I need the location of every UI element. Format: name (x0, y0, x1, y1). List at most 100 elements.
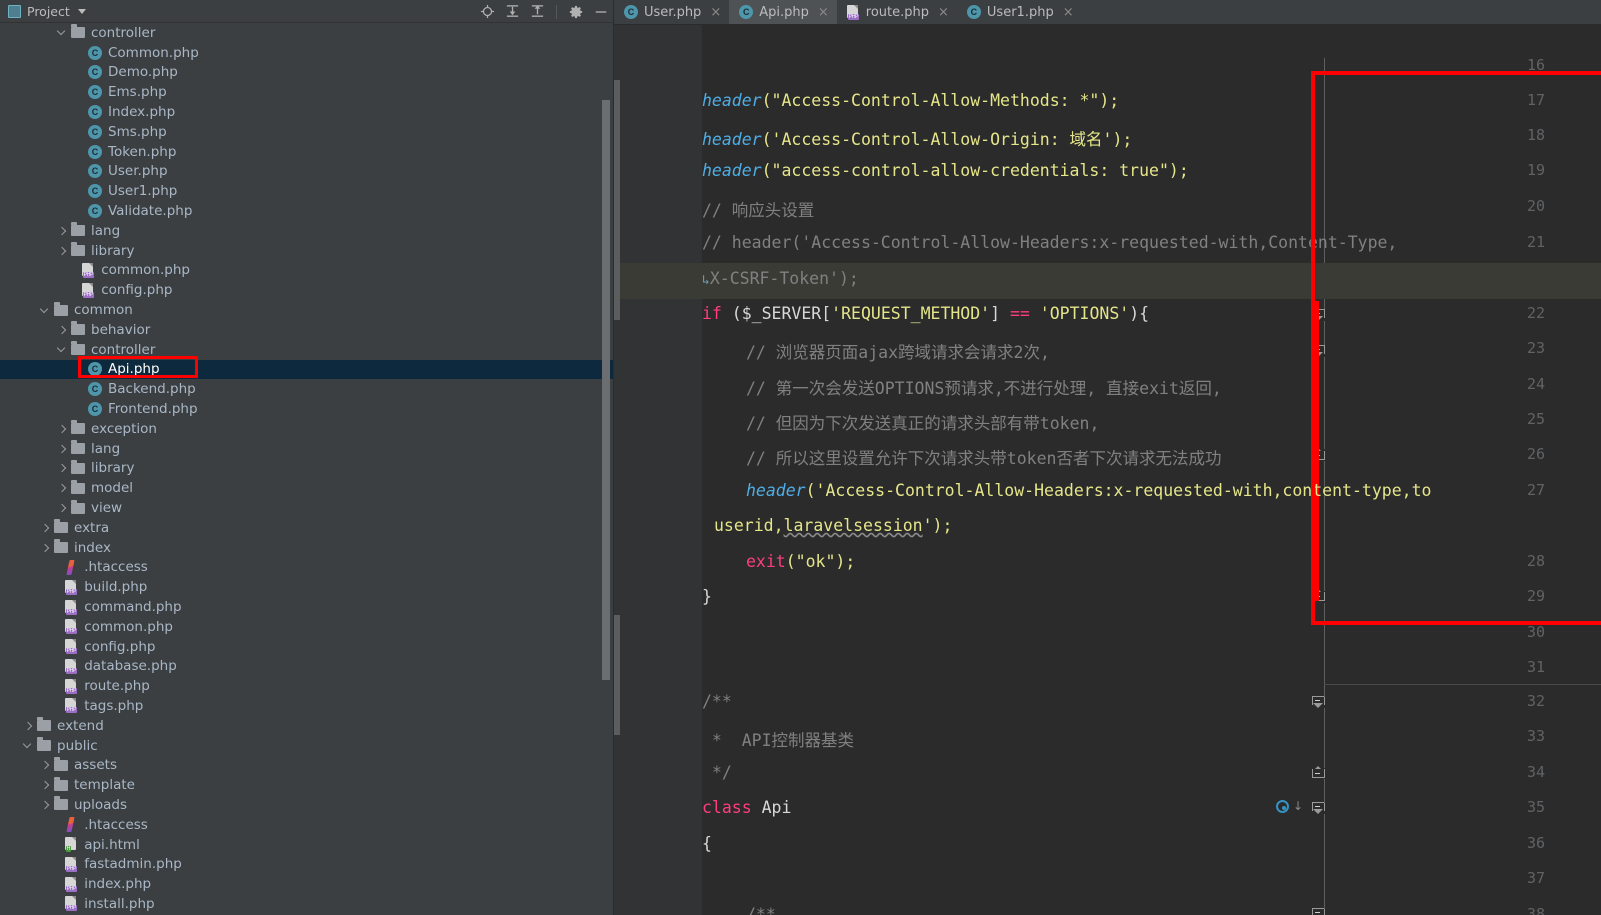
tree-item[interactable]: .htaccess (0, 815, 614, 835)
editor-tab-user1-php[interactable]: C User1.php × (957, 0, 1082, 24)
editor-tab-api-php[interactable]: C Api.php × (729, 0, 837, 24)
tree-item[interactable]: PHP tags.php (0, 696, 614, 716)
editor-scrollbar-thumb-upper[interactable] (614, 80, 620, 320)
tree-item[interactable]: library (0, 459, 614, 479)
tree-item[interactable]: controller (0, 340, 614, 360)
close-icon[interactable]: × (710, 6, 721, 19)
chevron-right-icon[interactable] (57, 324, 68, 335)
locate-icon[interactable] (478, 2, 497, 21)
editor-scrollbar-thumb-lower[interactable] (614, 615, 620, 735)
tree-item[interactable]: PHP command.php (0, 597, 614, 617)
close-icon[interactable]: × (938, 6, 949, 19)
editor-tab-user-php[interactable]: C User.php × (614, 0, 729, 24)
chevron-right-icon[interactable] (57, 225, 68, 236)
close-icon[interactable]: × (1063, 6, 1074, 19)
project-panel-title-group[interactable]: Project (0, 4, 86, 19)
php-file-icon: PHP (846, 4, 860, 20)
tree-item[interactable]: PHP config.php (0, 280, 614, 300)
tree-item[interactable]: library (0, 241, 614, 261)
editor-tab-route-php[interactable]: PHP route.php × (837, 0, 957, 24)
tree-item[interactable]: C User.php (0, 162, 614, 182)
tree-item[interactable]: PHP install.php (0, 894, 614, 914)
chevron-down-icon[interactable] (77, 8, 86, 14)
tree-item[interactable]: PHP build.php (0, 577, 614, 597)
tree-item[interactable]: C Sms.php (0, 122, 614, 142)
chevron-right-icon[interactable] (57, 483, 68, 494)
tree-item[interactable]: PHP config.php (0, 637, 614, 657)
php-file-icon: PHP (80, 282, 96, 298)
tree-item[interactable]: PHP index.php (0, 874, 614, 894)
chevron-right-icon[interactable] (40, 522, 51, 533)
code-text[interactable]: header("Access-Control-Allow-Methods: *"… (702, 25, 1601, 915)
tree-item[interactable]: C Index.php (0, 102, 614, 122)
tree-item[interactable]: uploads (0, 795, 614, 815)
chevron-down-icon[interactable] (40, 305, 51, 316)
tree-item[interactable]: C Token.php (0, 142, 614, 162)
htaccess-file-icon (63, 559, 79, 575)
chevron-down-icon[interactable] (57, 344, 68, 355)
chevron-right-icon[interactable] (23, 720, 34, 731)
gear-icon[interactable] (566, 2, 585, 21)
tree-item[interactable]: C Ems.php (0, 82, 614, 102)
tree-item[interactable]: exception (0, 419, 614, 439)
chevron-down-icon[interactable] (23, 740, 34, 751)
code-token-class: class (702, 798, 752, 817)
minimize-icon[interactable] (591, 2, 610, 21)
tree-item[interactable]: C Common.php (0, 43, 614, 63)
tree-item[interactable]: template (0, 775, 614, 795)
project-tree[interactable]: controller C Common.php C Demo.php C Ems.php C I… (0, 23, 614, 915)
chevron-right-icon[interactable] (57, 423, 68, 434)
editor-tab-bar[interactable]: C User.php × C Api.php × PHP route.php × C User1.p… (614, 0, 1601, 25)
chevron-right-icon[interactable] (57, 503, 68, 514)
code-line-28: exit("ok"); (746, 552, 855, 571)
tree-item[interactable]: behavior (0, 320, 614, 340)
code-token-eq: == (1010, 304, 1030, 323)
chevron-right-icon[interactable] (57, 463, 68, 474)
tree-item[interactable]: C User1.php (0, 181, 614, 201)
chevron-right-icon[interactable] (40, 760, 51, 771)
chevron-down-icon[interactable] (57, 27, 68, 38)
tree-item[interactable]: PHP database.php (0, 657, 614, 677)
collapse-all-icon[interactable] (528, 2, 547, 21)
tree-item[interactable]: .htaccess (0, 558, 614, 578)
tree-item[interactable]: index (0, 538, 614, 558)
tree-item[interactable]: PHP route.php (0, 676, 614, 696)
tree-item[interactable]: PHP common.php (0, 617, 614, 637)
tree-item[interactable]: assets (0, 755, 614, 775)
tree-item-selected[interactable]: C Api.php (0, 359, 614, 380)
folder-icon (70, 341, 86, 358)
tree-item[interactable]: C Demo.php (0, 63, 614, 83)
folder-icon (70, 479, 86, 496)
php-class-icon: C (87, 361, 103, 377)
tree-item[interactable]: lang (0, 221, 614, 241)
tree-item-label: index.php (84, 876, 152, 893)
code-line-35: class Api (702, 798, 791, 817)
tree-item[interactable]: PHP common.php (0, 261, 614, 281)
code-editor[interactable]: 16 17 18 19 20 21 22 23 24 25 26 27 28 29 30 31 32 33 34 35… (614, 25, 1601, 915)
tree-item[interactable]: PHP fastadmin.php (0, 854, 614, 874)
tree-item[interactable]: controller (0, 23, 614, 43)
chevron-right-icon[interactable] (57, 443, 68, 454)
chevron-right-icon[interactable] (40, 542, 51, 553)
chevron-right-icon[interactable] (40, 780, 51, 791)
close-icon[interactable]: × (818, 6, 829, 19)
tree-item[interactable]: Hapi.html (0, 835, 614, 855)
tree-item[interactable]: extend (0, 716, 614, 736)
chevron-right-icon[interactable] (40, 799, 51, 810)
tree-item[interactable]: view (0, 498, 614, 518)
tree-item[interactable]: lang (0, 439, 614, 459)
tree-item[interactable]: common (0, 300, 614, 320)
tree-item[interactable]: C Validate.php (0, 201, 614, 221)
tree-item[interactable]: C Frontend.php (0, 399, 614, 419)
sidebar-scrollbar-thumb[interactable] (602, 100, 610, 680)
tree-item[interactable]: extra (0, 518, 614, 538)
chevron-right-icon[interactable] (57, 245, 68, 256)
expand-all-icon[interactable] (503, 2, 522, 21)
tree-item[interactable]: model (0, 478, 614, 498)
tree-item[interactable]: C Backend.php (0, 379, 614, 399)
tree-item[interactable]: public (0, 736, 614, 756)
